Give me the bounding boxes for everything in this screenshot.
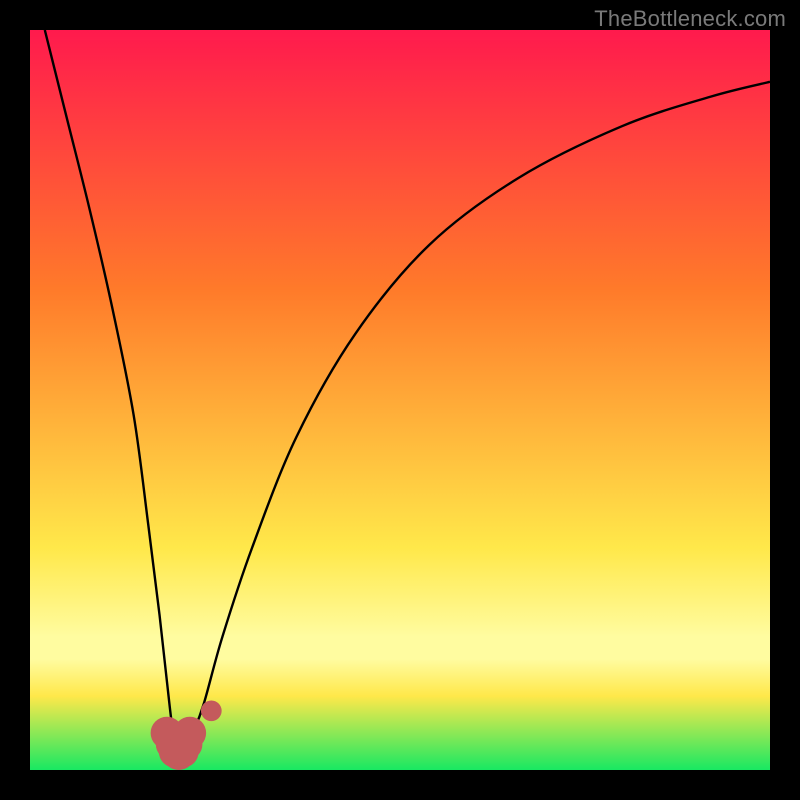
marker-cluster-g xyxy=(174,717,207,750)
marker-outlier xyxy=(201,700,222,721)
chart-svg xyxy=(30,30,770,770)
gradient-background xyxy=(30,30,770,770)
watermark-text: TheBottleneck.com xyxy=(594,6,786,32)
plot-area xyxy=(30,30,770,770)
outer-frame: TheBottleneck.com xyxy=(0,0,800,800)
